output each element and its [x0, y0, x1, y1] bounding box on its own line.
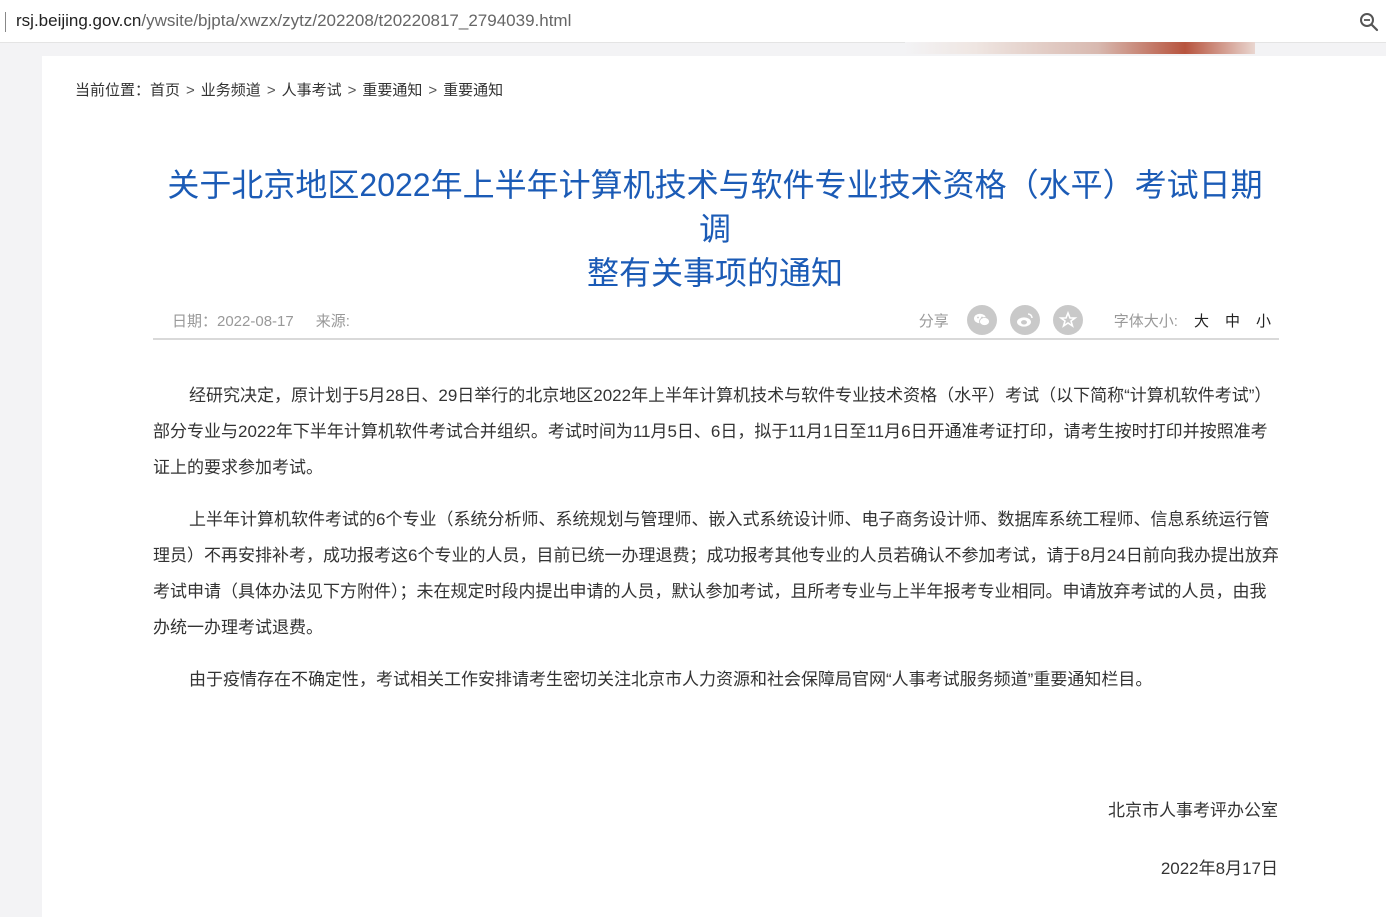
favorite-icon[interactable]	[1052, 305, 1083, 335]
font-size-label: 字体大小:	[1113, 312, 1178, 330]
breadcrumb-separator: >	[347, 82, 357, 99]
address-url[interactable]: rsj.beijing.gov.cn/ywsite/bjpta/xwzx/zyt…	[16, 9, 571, 33]
breadcrumb-separator: >	[186, 82, 195, 99]
paragraph: 由于疫情存在不确定性，考试相关工作安排请考生密切关注北京市人力资源和社会保障局官…	[189, 670, 1153, 689]
font-size-small[interactable]: 小	[1256, 310, 1271, 331]
font-size-medium[interactable]: 中	[1225, 310, 1240, 331]
font-size-large[interactable]: 大	[1194, 310, 1209, 331]
url-host: rsj.beijing.gov.cn	[16, 11, 142, 30]
breadcrumb-item-business[interactable]: 业务频道	[201, 82, 261, 99]
breadcrumb-item-notices-current[interactable]: 重要通知	[443, 82, 503, 99]
breadcrumb-item-exam[interactable]: 人事考试	[282, 82, 342, 99]
breadcrumb-prefix: 当前位置：	[75, 82, 151, 99]
article-source: 来源:	[315, 313, 350, 330]
article-page: 当前位置：首页 > 业务频道 > 人事考试 > 重要通知 > 重要通知 关于北京地区2022年上…	[42, 56, 1386, 917]
breadcrumb-separator: >	[266, 82, 276, 99]
issuer-signature: 北京市人事考评办公室	[1108, 801, 1278, 820]
page-title: 关于北京地区2022年上半年计算机技术与软件专业技术资格（水平）考试日期调 整有…	[152, 163, 1278, 295]
weibo-icon[interactable]	[1009, 305, 1040, 335]
address-bar-divider	[5, 12, 6, 32]
article-body: 经研究决定，原计划于5月28日、29日举行的北京地区2022年上半年计算机技术与…	[153, 378, 1279, 714]
breadcrumb: 当前位置：首页 > 业务频道 > 人事考试 > 重要通知 > 重要通知	[75, 80, 503, 102]
publish-date: 日期：2022-08-17	[172, 313, 294, 330]
issue-date: 2022年8月17日	[1160, 859, 1278, 878]
breadcrumb-separator: >	[428, 82, 438, 99]
zoom-icon[interactable]	[1358, 11, 1380, 33]
paragraph: 上半年计算机软件考试的6个专业（系统分析师、系统规划与管理师、嵌入式系统设计师、…	[153, 510, 1279, 637]
article-meta: 日期：2022-08-17 来源: 分享 字体大小: 大 中 小	[153, 304, 1279, 340]
browser-address-bar: rsj.beijing.gov.cn/ywsite/bjpta/xwzx/zyt…	[0, 0, 1386, 43]
paragraph: 经研究决定，原计划于5月28日、29日举行的北京地区2022年上半年计算机技术与…	[153, 386, 1272, 477]
meta-info: 日期：2022-08-17 来源:	[172, 310, 372, 331]
title-line-1: 关于北京地区2022年上半年计算机技术与软件专业技术资格（水平）考试日期调	[167, 167, 1263, 247]
share-label: 分享	[918, 312, 949, 330]
breadcrumb-item-home[interactable]: 首页	[150, 82, 180, 99]
header-banner	[905, 42, 1255, 54]
breadcrumb-item-notices[interactable]: 重要通知	[362, 82, 422, 99]
wechat-icon[interactable]	[966, 305, 997, 335]
meta-tools: 分享 字体大小: 大 中 小	[919, 304, 1279, 336]
title-line-2: 整有关事项的通知	[586, 255, 843, 291]
url-path: /ywsite/bjpta/xwzx/zytz/202208/t20220817…	[141, 11, 572, 30]
